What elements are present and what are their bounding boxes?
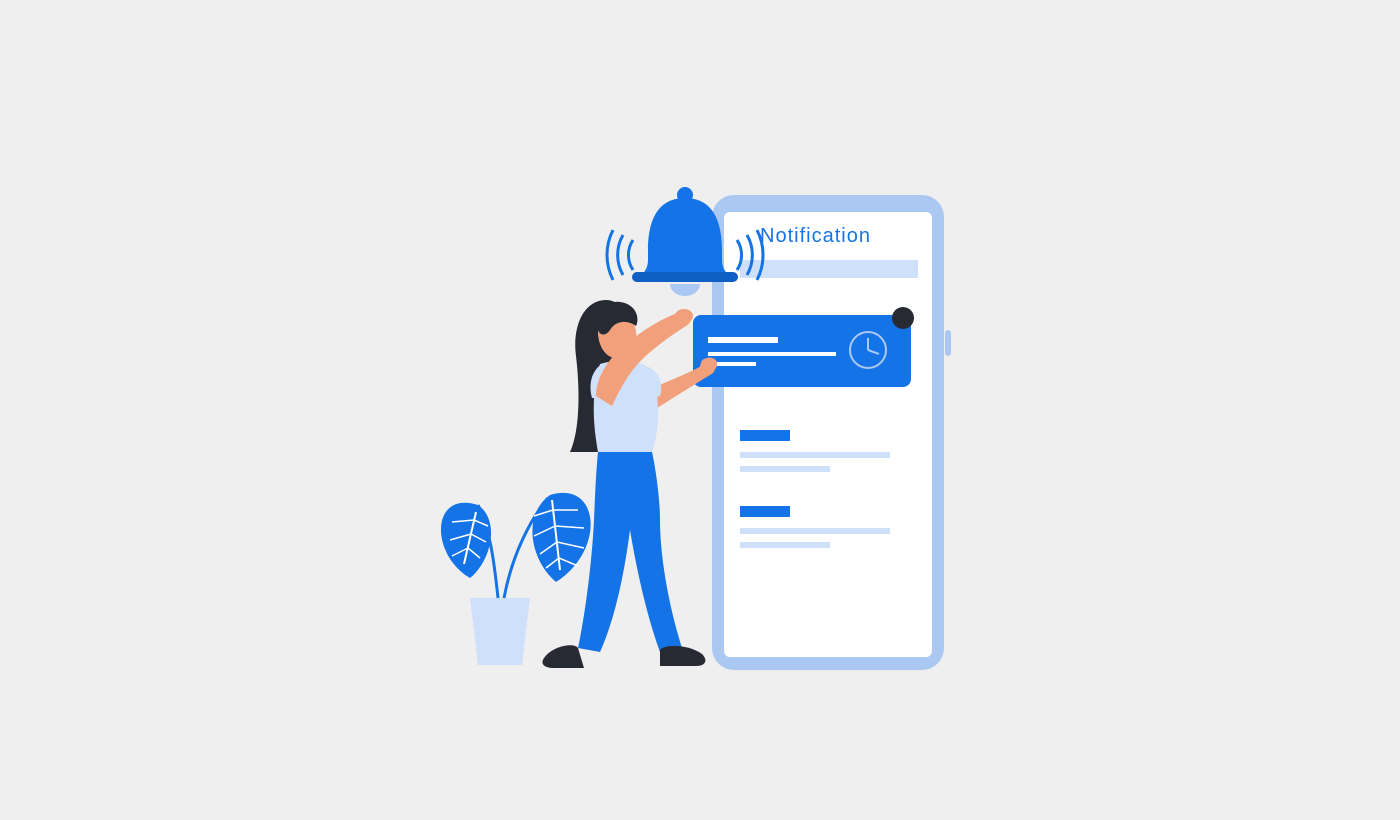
header-bar xyxy=(740,260,918,278)
notification-badge-icon xyxy=(892,307,914,329)
phone-device: Notification xyxy=(712,195,951,670)
notification-card[interactable] xyxy=(693,307,914,387)
illustration-stage: Notification xyxy=(0,0,1400,820)
screen-title: Notification xyxy=(760,225,871,247)
person-illustration xyxy=(542,300,717,668)
plant-icon xyxy=(441,493,591,665)
